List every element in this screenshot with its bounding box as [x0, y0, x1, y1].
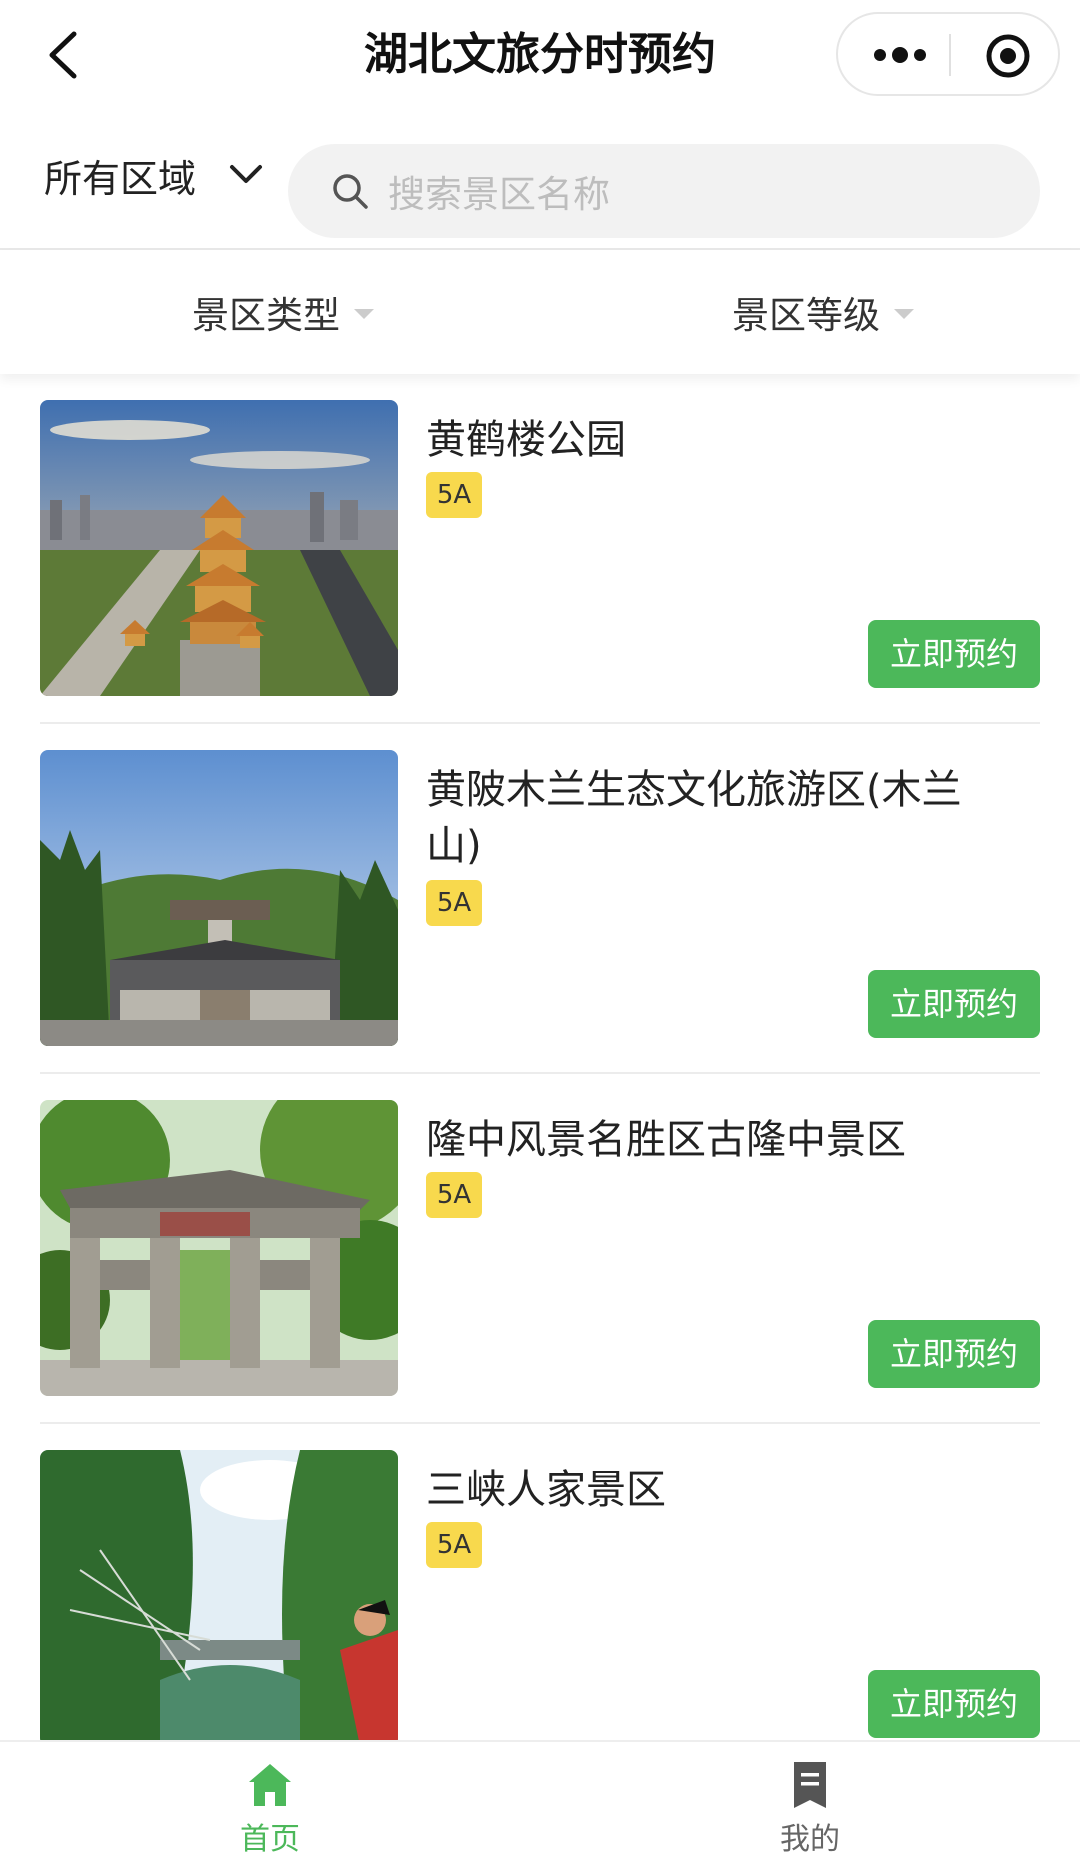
book-now-button[interactable]: 立即预约 [868, 1320, 1040, 1388]
tab-mine[interactable]: 我的 [730, 1760, 890, 1870]
grade-badge: 5A [426, 1172, 482, 1218]
spot-photo [40, 750, 398, 1046]
caret-down-icon [894, 309, 914, 319]
bookmark-icon [794, 1762, 826, 1808]
search-input[interactable]: 搜索景区名称 [288, 144, 1040, 238]
book-now-button[interactable]: 立即预约 [868, 620, 1040, 688]
grade-badge: 5A [426, 880, 482, 926]
grade-badge: 5A [426, 1522, 482, 1568]
tab-mine-label: 我的 [780, 1822, 840, 1857]
caret-down-icon [354, 309, 374, 319]
grade-badge: 5A [426, 472, 482, 518]
title-bar: 湖北文旅分时预约 [0, 0, 1080, 110]
book-now-button[interactable]: 立即预约 [868, 970, 1040, 1038]
spot-name: 黄陂木兰生态文化旅游区(木兰山) [426, 767, 962, 869]
spot-list: 黄鹤楼公园 5A 立即预约 黄陂木兰生态文化旅游区(木兰山) 5A 立即预约 隆… [0, 374, 1080, 1740]
spot-photo [40, 1450, 398, 1740]
capsule-divider [949, 34, 951, 76]
filter-spot-level-label: 景区等级 [732, 294, 880, 337]
chevron-down-icon [230, 165, 263, 183]
region-label: 所有区域 [44, 156, 197, 201]
spot-name: 黄鹤楼公园 [426, 417, 626, 463]
mini-program-capsule [836, 12, 1060, 96]
filter-spot-type[interactable]: 景区类型 [192, 284, 374, 340]
tab-home-label: 首页 [240, 1822, 300, 1857]
spot-name: 三峡人家景区 [426, 1467, 666, 1513]
spot-photo [40, 400, 398, 696]
spot-card[interactable]: 隆中风景名胜区古隆中景区 5A 立即预约 [40, 1074, 1040, 1424]
filter-spot-type-label: 景区类型 [192, 294, 340, 337]
app-page: 湖北文旅分时预约 所有区域 搜索景区名称 景区类型 景区等级 黄鹤楼公园 5A … [0, 0, 1080, 1870]
spot-card[interactable]: 黄陂木兰生态文化旅游区(木兰山) 5A 立即预约 [40, 724, 1040, 1074]
region-select[interactable]: 所有区域 [44, 140, 264, 210]
spot-card[interactable]: 三峡人家景区 5A 立即预约 [40, 1424, 1040, 1740]
spot-photo [40, 1100, 398, 1396]
more-dots-icon[interactable] [872, 40, 928, 70]
filter-spot-level[interactable]: 景区等级 [732, 284, 914, 340]
tab-home[interactable]: 首页 [190, 1760, 350, 1870]
spot-card[interactable]: 黄鹤楼公园 5A 立即预约 [40, 374, 1040, 724]
search-placeholder: 搜索景区名称 [388, 173, 610, 216]
filter-bar: 景区类型 景区等级 [0, 250, 1080, 374]
search-bar: 所有区域 搜索景区名称 [0, 110, 1080, 250]
home-icon [249, 1764, 291, 1806]
search-icon [333, 174, 368, 209]
tab-bar: 首页 我的 [0, 1740, 1080, 1870]
close-target-icon[interactable] [984, 32, 1032, 80]
book-now-button[interactable]: 立即预约 [868, 1670, 1040, 1738]
spot-name: 隆中风景名胜区古隆中景区 [426, 1117, 906, 1163]
